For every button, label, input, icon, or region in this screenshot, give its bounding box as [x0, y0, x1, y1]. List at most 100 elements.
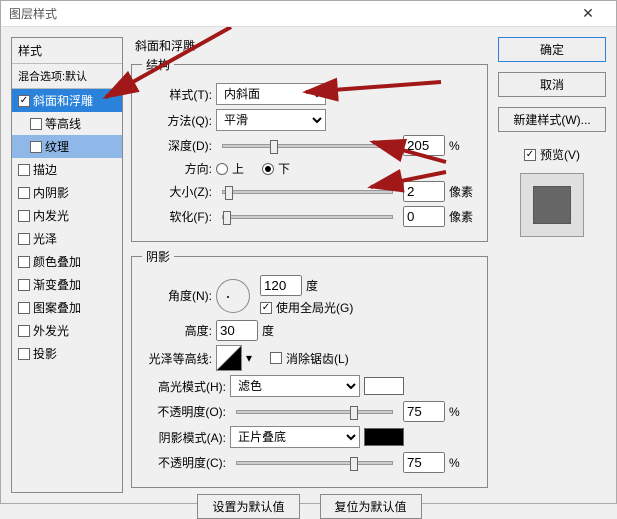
shadow-opacity-label: 不透明度(C): [142, 454, 226, 471]
style-label: 斜面和浮雕 [33, 92, 93, 109]
altitude-input[interactable] [216, 320, 258, 341]
opacity-unit2: % [449, 456, 477, 470]
depth-slider[interactable] [222, 144, 393, 148]
style-label: 渐变叠加 [33, 276, 81, 293]
style-item-pattern-overlay[interactable]: 图案叠加 [12, 296, 122, 319]
blend-options[interactable]: 混合选项:默认 [12, 64, 122, 89]
settings-area: 斜面和浮雕 结构 样式(T): 内斜面 方法(Q): 平滑 深度(D): % [131, 37, 488, 493]
checkbox-icon[interactable] [18, 325, 30, 337]
checkbox-icon[interactable] [18, 164, 30, 176]
new-style-button[interactable]: 新建样式(W)... [498, 107, 606, 132]
down-label: 下 [278, 160, 290, 177]
gloss-contour-picker[interactable] [216, 345, 242, 371]
technique-label: 方法(Q): [142, 112, 212, 129]
shadow-mode-select[interactable]: 正片叠底 [230, 426, 360, 448]
direction-up-radio[interactable] [216, 163, 228, 175]
checkbox-icon[interactable] [18, 256, 30, 268]
global-light-checkbox[interactable] [260, 302, 272, 314]
angle-dial[interactable] [216, 279, 250, 313]
style-label: 图案叠加 [33, 299, 81, 316]
checkbox-icon[interactable] [18, 302, 30, 314]
style-item-inner-shadow[interactable]: 内阴影 [12, 181, 122, 204]
checkbox-icon[interactable] [30, 118, 42, 130]
soften-slider[interactable] [222, 215, 393, 219]
styles-panel: 样式 混合选项:默认 斜面和浮雕 等高线 纹理 描边 内阴影 [11, 37, 123, 493]
checkbox-icon[interactable] [18, 233, 30, 245]
direction-label: 方向: [142, 160, 212, 177]
style-item-outer-glow[interactable]: 外发光 [12, 319, 122, 342]
antialias-label: 消除锯齿(L) [286, 350, 349, 367]
style-label: 样式(T): [142, 86, 212, 103]
style-select[interactable]: 内斜面 [216, 83, 326, 105]
highlight-opacity-slider[interactable] [236, 410, 393, 414]
structure-legend: 结构 [142, 56, 174, 73]
style-item-stroke[interactable]: 描边 [12, 158, 122, 181]
size-label: 大小(Z): [142, 183, 212, 200]
style-item-bevel[interactable]: 斜面和浮雕 [12, 89, 122, 112]
style-label: 等高线 [45, 115, 81, 132]
style-label: 内阴影 [33, 184, 69, 201]
angle-unit: 度 [306, 277, 318, 294]
gloss-label: 光泽等高线: [142, 350, 212, 367]
shading-legend: 阴影 [142, 248, 174, 265]
ok-button[interactable]: 确定 [498, 37, 606, 62]
preview-swatch [520, 173, 584, 237]
shadow-opacity-slider[interactable] [236, 461, 393, 465]
angle-label: 角度(N): [142, 287, 212, 304]
style-item-satin[interactable]: 光泽 [12, 227, 122, 250]
style-item-drop-shadow[interactable]: 投影 [12, 342, 122, 365]
style-label: 纹理 [45, 138, 69, 155]
opacity-unit: % [449, 405, 477, 419]
style-label: 描边 [33, 161, 57, 178]
highlight-mode-select[interactable]: 滤色 [230, 375, 360, 397]
checkbox-icon[interactable] [18, 348, 30, 360]
size-input[interactable] [403, 181, 445, 202]
layer-style-dialog: 图层样式 ✕ 样式 混合选项:默认 斜面和浮雕 等高线 纹理 描边 [0, 0, 617, 504]
shadow-opacity-input[interactable] [403, 452, 445, 473]
highlight-opacity-label: 不透明度(O): [142, 403, 226, 420]
chevron-down-icon[interactable]: ▾ [246, 351, 252, 365]
checkbox-icon[interactable] [18, 279, 30, 291]
depth-input[interactable] [403, 135, 445, 156]
shadow-mode-label: 阴影模式(A): [142, 429, 226, 446]
make-default-button[interactable]: 设置为默认值 [197, 494, 299, 519]
close-icon[interactable]: ✕ [568, 1, 608, 27]
shadow-color-swatch[interactable] [364, 428, 404, 446]
style-item-color-overlay[interactable]: 颜色叠加 [12, 250, 122, 273]
antialias-checkbox[interactable] [270, 352, 282, 364]
depth-unit: % [449, 139, 477, 153]
style-label: 内发光 [33, 207, 69, 224]
style-label: 投影 [33, 345, 57, 362]
highlight-color-swatch[interactable] [364, 377, 404, 395]
checkbox-icon[interactable] [18, 187, 30, 199]
checkbox-icon[interactable] [18, 210, 30, 222]
checkbox-icon[interactable] [18, 95, 30, 107]
angle-input[interactable] [260, 275, 302, 296]
preview-checkbox[interactable] [524, 149, 536, 161]
style-label: 颜色叠加 [33, 253, 81, 270]
style-label: 外发光 [33, 322, 69, 339]
cancel-button[interactable]: 取消 [498, 72, 606, 97]
titlebar: 图层样式 ✕ [1, 1, 616, 27]
soften-unit: 像素 [449, 208, 477, 225]
highlight-mode-label: 高光模式(H): [142, 378, 226, 395]
checkbox-icon[interactable] [30, 141, 42, 153]
style-item-inner-glow[interactable]: 内发光 [12, 204, 122, 227]
size-slider[interactable] [222, 190, 393, 194]
style-item-gradient-overlay[interactable]: 渐变叠加 [12, 273, 122, 296]
direction-down-radio[interactable] [262, 163, 274, 175]
bevel-title: 斜面和浮雕 [131, 37, 488, 56]
styles-header: 样式 [12, 38, 122, 64]
highlight-opacity-input[interactable] [403, 401, 445, 422]
global-light-label: 使用全局光(G) [276, 299, 353, 316]
soften-input[interactable] [403, 206, 445, 227]
style-label: 光泽 [33, 230, 57, 247]
structure-group: 结构 样式(T): 内斜面 方法(Q): 平滑 深度(D): % 方向: [131, 56, 488, 242]
window-title: 图层样式 [9, 5, 568, 22]
style-item-contour[interactable]: 等高线 [12, 112, 122, 135]
style-item-texture[interactable]: 纹理 [12, 135, 122, 158]
technique-select[interactable]: 平滑 [216, 109, 326, 131]
altitude-unit: 度 [262, 322, 274, 339]
up-label: 上 [232, 160, 244, 177]
reset-default-button[interactable]: 复位为默认值 [320, 494, 422, 519]
